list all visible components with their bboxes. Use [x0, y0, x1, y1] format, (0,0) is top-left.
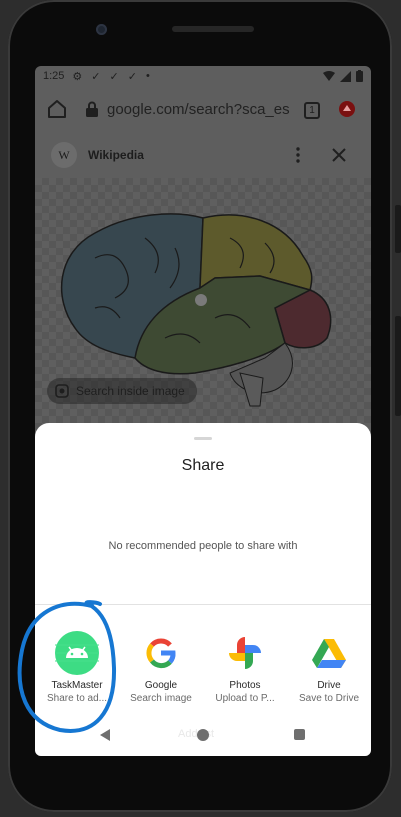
power-button	[395, 316, 401, 416]
drag-handle[interactable]	[194, 437, 212, 440]
update-icon[interactable]	[339, 101, 355, 117]
share-app-row: TaskMaster Share to ad... Google Search …	[35, 628, 371, 718]
browser-toolbar: google.com/search?sca_es 1	[35, 88, 371, 130]
volume-button	[395, 205, 401, 253]
app-subtitle: Upload to P...	[215, 693, 275, 704]
share-target-photos[interactable]: Photos Upload to P...	[203, 628, 287, 712]
photos-pinwheel-icon	[223, 631, 267, 675]
earpiece-speaker	[172, 26, 254, 32]
app-subtitle: Share to ad...	[46, 693, 108, 704]
android-icon	[55, 631, 99, 675]
system-icons	[323, 70, 363, 82]
app-name: TaskMaster	[51, 680, 103, 691]
navigation-bar	[35, 716, 371, 756]
phone-screen: 1:25 ⚙ ✓ ✓ ✓ • google.com/search?sca_es …	[35, 66, 371, 756]
wikipedia-logo-icon: W	[51, 142, 77, 168]
tab-switcher-button[interactable]: 1	[304, 102, 320, 119]
home-icon[interactable]	[45, 97, 69, 121]
search-inside-image-button[interactable]: Search inside image	[47, 378, 197, 404]
share-target-drive[interactable]: Drive Save to Drive	[287, 628, 371, 712]
brain-image	[60, 213, 332, 407]
search-inside-label: Search inside image	[76, 384, 185, 398]
result-header: W Wikipedia	[35, 136, 371, 176]
more-vert-icon[interactable]	[296, 147, 300, 163]
share-title: Share	[181, 457, 225, 474]
battery-icon	[356, 70, 363, 82]
check-icon: ✓	[127, 70, 137, 83]
app-subtitle: Save to Drive	[298, 693, 360, 704]
source-title[interactable]: Wikipedia	[88, 148, 144, 162]
no-recommendations-text: No recommended people to share with	[108, 540, 298, 552]
recents-icon[interactable]	[294, 729, 305, 740]
dot-icon: •	[145, 69, 150, 82]
check-icon: ✓	[91, 70, 101, 83]
divider	[35, 604, 371, 605]
close-icon[interactable]	[331, 147, 347, 163]
notification-icons: ⚙ ✓ ✓ ✓ •	[72, 70, 149, 83]
check-icon: ✓	[109, 70, 119, 83]
lens-icon	[55, 384, 69, 398]
gear-icon: ⚙	[72, 70, 83, 83]
url-text: google.com/search?sca_es	[107, 100, 290, 118]
status-time: 1:25	[43, 70, 65, 82]
status-bar: 1:25 ⚙ ✓ ✓ ✓ •	[35, 66, 371, 86]
wifi-icon	[323, 71, 335, 81]
signal-icon	[340, 70, 351, 82]
home-nav-icon[interactable]	[197, 729, 209, 741]
app-name: Drive	[317, 680, 341, 691]
share-sheet: Share No recommended people to share wit…	[35, 423, 371, 756]
share-target-taskmaster[interactable]: TaskMaster Share to ad...	[35, 628, 119, 712]
image-preview: Search inside image	[35, 178, 371, 438]
drive-icon	[307, 631, 351, 675]
google-g-icon	[139, 631, 183, 675]
front-camera	[96, 24, 107, 35]
share-target-google[interactable]: Google Search image	[119, 628, 203, 712]
app-name: Photos	[229, 680, 261, 691]
app-subtitle: Search image	[130, 693, 192, 704]
lock-icon	[86, 101, 98, 117]
address-bar[interactable]: google.com/search?sca_es	[85, 94, 299, 124]
device-background: 1:25 ⚙ ✓ ✓ ✓ • google.com/search?sca_es …	[0, 0, 401, 817]
back-icon[interactable]	[99, 729, 111, 741]
app-name: Google	[144, 680, 178, 691]
